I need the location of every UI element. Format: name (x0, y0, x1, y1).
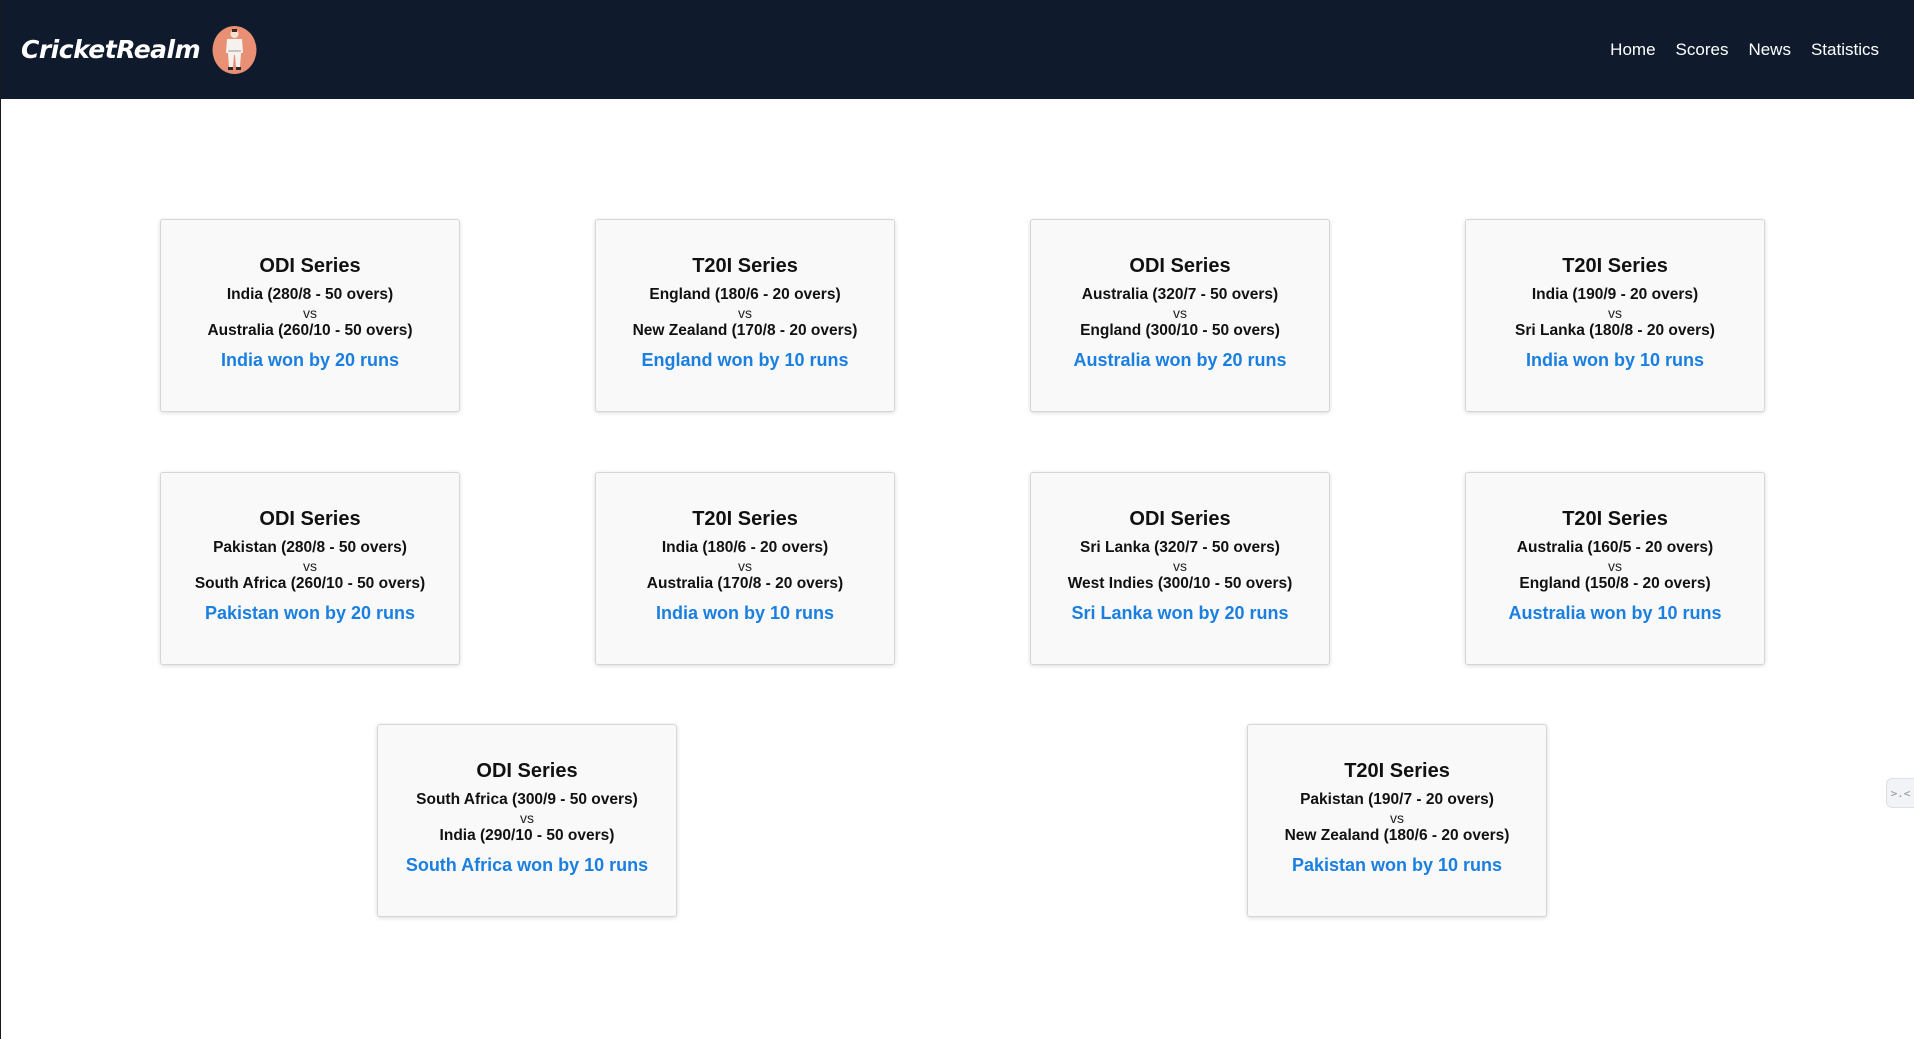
vs-label: vs (303, 305, 317, 321)
vs-label: vs (1173, 558, 1187, 574)
brand[interactable]: CricketRealm (21, 25, 257, 75)
team1-score: India (180/6 - 20 overs) (661, 539, 829, 556)
team1-score: India (280/8 - 50 overs) (226, 286, 394, 303)
team2-score: South Africa (260/10 - 50 overs) (194, 575, 426, 592)
team2-score: Sri Lanka (180/8 - 20 overs) (1515, 322, 1715, 339)
vs-label: vs (1390, 810, 1404, 826)
vs-label: vs (1173, 305, 1187, 321)
series-title: T20I Series (692, 508, 798, 530)
vs-label: vs (1608, 305, 1622, 321)
series-title: ODI Series (476, 760, 578, 782)
series-title: ODI Series (259, 508, 361, 530)
team1-score: Australia (160/5 - 20 overs) (1516, 539, 1714, 556)
match-card[interactable]: T20I Series England (180/6 - 20 overs) v… (595, 219, 895, 412)
team1-score: South Africa (300/9 - 50 overs) (416, 791, 638, 808)
team1-score: Australia (320/7 - 50 overs) (1081, 286, 1279, 303)
match-card[interactable]: ODI Series Sri Lanka (320/7 - 50 overs) … (1030, 472, 1330, 665)
series-title: T20I Series (1562, 255, 1668, 277)
series-title: ODI Series (259, 255, 361, 277)
nav-scores[interactable]: Scores (1676, 40, 1729, 60)
match-card[interactable]: ODI Series Australia (320/7 - 50 overs) … (1030, 219, 1330, 412)
nav-news[interactable]: News (1748, 40, 1791, 60)
match-result: Sri Lanka won by 20 runs (1071, 603, 1289, 623)
match-card[interactable]: ODI Series South Africa (300/9 - 50 over… (377, 724, 677, 917)
nav-statistics[interactable]: Statistics (1811, 40, 1879, 60)
series-title: ODI Series (1129, 508, 1231, 530)
team1-score: Pakistan (280/8 - 50 overs) (213, 539, 407, 556)
match-result: India won by 10 runs (655, 603, 835, 623)
collapse-icon[interactable]: >.< (1886, 778, 1914, 808)
team2-score: New Zealand (170/8 - 20 overs) (632, 322, 858, 339)
brand-name[interactable]: CricketRealm (21, 35, 201, 64)
match-result: India won by 10 runs (1525, 350, 1705, 370)
match-card[interactable]: T20I Series Pakistan (190/7 - 20 overs) … (1247, 724, 1547, 917)
vs-label: vs (303, 558, 317, 574)
page: CricketRealm Home Scores News Statistics… (0, 0, 1914, 1039)
match-card[interactable]: ODI Series India (280/8 - 50 overs) vs A… (160, 219, 460, 412)
team1-score: Pakistan (190/7 - 20 overs) (1300, 791, 1494, 808)
vs-label: vs (1608, 558, 1622, 574)
team1-score: India (190/9 - 20 overs) (1531, 286, 1699, 303)
team2-score: New Zealand (180/6 - 20 overs) (1284, 827, 1510, 844)
vs-label: vs (738, 558, 752, 574)
series-title: T20I Series (1562, 508, 1668, 530)
team2-score: England (300/10 - 50 overs) (1080, 322, 1280, 339)
match-result: Australia won by 10 runs (1508, 603, 1722, 623)
match-result: South Africa won by 10 runs (405, 855, 649, 875)
nav-home[interactable]: Home (1610, 40, 1655, 60)
match-result: Pakistan won by 20 runs (204, 603, 416, 623)
team2-score: India (290/10 - 50 overs) (439, 827, 615, 844)
team1-score: England (180/6 - 20 overs) (649, 286, 841, 303)
match-card[interactable]: ODI Series Pakistan (280/8 - 50 overs) v… (160, 472, 460, 665)
match-result: Pakistan won by 10 runs (1291, 855, 1503, 875)
vs-label: vs (520, 810, 534, 826)
match-card[interactable]: T20I Series India (190/9 - 20 overs) vs … (1465, 219, 1765, 412)
team2-score: Australia (170/8 - 20 overs) (646, 575, 844, 592)
series-title: T20I Series (692, 255, 798, 277)
top-navbar: CricketRealm Home Scores News Statistics (1, 0, 1914, 99)
team2-score: West Indies (300/10 - 50 overs) (1067, 575, 1293, 592)
team2-score: Australia (260/10 - 50 overs) (207, 322, 413, 339)
match-result: Australia won by 20 runs (1073, 350, 1287, 370)
match-card[interactable]: T20I Series Australia (160/5 - 20 overs)… (1465, 472, 1765, 665)
team2-score: England (150/8 - 20 overs) (1519, 575, 1711, 592)
match-card[interactable]: T20I Series India (180/6 - 20 overs) vs … (595, 472, 895, 665)
series-title: ODI Series (1129, 255, 1231, 277)
team1-score: Sri Lanka (320/7 - 50 overs) (1080, 539, 1280, 556)
cricketer-logo-icon (212, 25, 257, 74)
vs-label: vs (738, 305, 752, 321)
match-result: England won by 10 runs (641, 350, 849, 370)
match-result: India won by 20 runs (220, 350, 400, 370)
main-nav: Home Scores News Statistics (1610, 40, 1879, 60)
series-title: T20I Series (1344, 760, 1450, 782)
